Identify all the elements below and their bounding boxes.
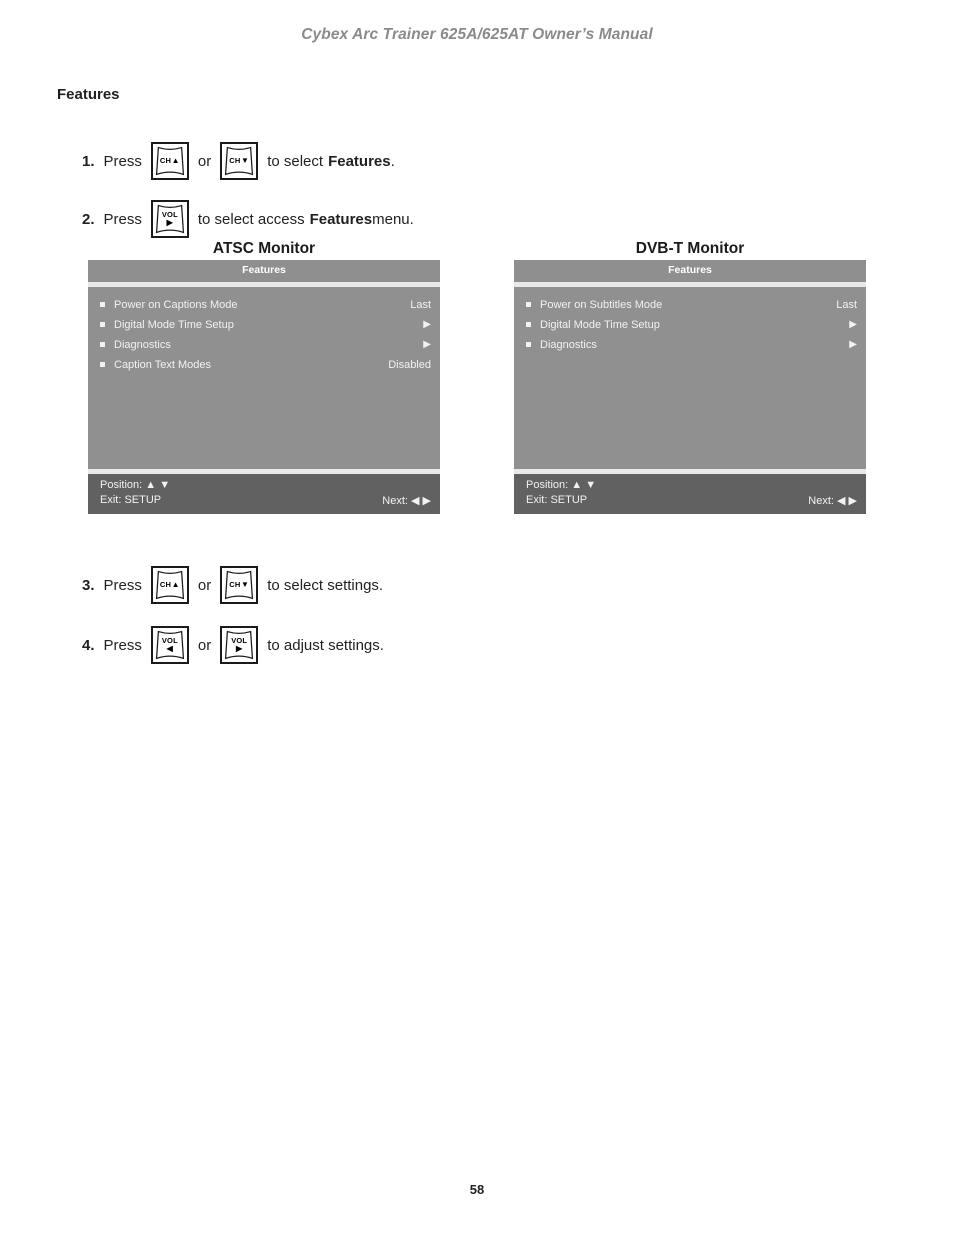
bullet-square-icon	[526, 342, 531, 348]
key-vol-right[interactable]: VOL ▶	[150, 200, 189, 238]
dvbt-osd-title: Features	[514, 260, 866, 282]
atsc-footer-exit-hint: Exit: SETUP	[100, 493, 162, 506]
bullet-square-icon	[100, 302, 105, 308]
key-ch-down-cap: CH ▼	[222, 568, 256, 602]
atsc-menu-item-value: Last	[410, 298, 431, 311]
key-ch-down-arrow-icon: ▼	[241, 156, 250, 165]
dvbt-footer-next-hint: Next: ◀ ▶	[808, 494, 857, 507]
step-2: 2. Press VOL ▶ to select access Features…	[82, 200, 414, 238]
dvbt-monitor-caption: DVB-T Monitor	[635, 240, 745, 257]
step-3-number: 3.	[82, 576, 95, 594]
step-1-bold-term: Features	[328, 152, 391, 170]
atsc-menu-item-caption-text-modes[interactable]: Caption Text Modes Disabled	[88, 355, 440, 375]
key-vol-left-cap: VOL ◀	[153, 628, 187, 662]
atsc-menu-item-value: Disabled	[388, 358, 431, 371]
key-vol-left[interactable]: VOL ◀	[150, 626, 189, 664]
key-vol-right-cap: VOL ▶	[222, 628, 256, 662]
atsc-menu-item-label: Digital Mode Time Setup	[114, 318, 234, 331]
atsc-menu-item-label: Diagnostics	[114, 338, 171, 351]
atsc-menu-item-label: Caption Text Modes	[114, 358, 212, 371]
step-2-text-before: Press	[103, 210, 142, 228]
step-4-separator: or	[197, 636, 212, 654]
dvbt-footer-actions: Exit: SETUP Next: ◀ ▶	[526, 494, 857, 507]
key-ch-down-arrow-icon: ▼	[241, 580, 250, 589]
step-1-text-end: .	[390, 152, 395, 170]
step-2-bold-term: Features	[309, 210, 373, 228]
atsc-footer-next-hint: Next: ◀ ▶	[382, 494, 431, 507]
atsc-menu-item-submenu-arrow-icon: ▶	[423, 319, 431, 331]
atsc-monitor-caption: ATSC Monitor	[212, 240, 316, 257]
bullet-square-icon	[100, 342, 105, 348]
atsc-osd-panel: Features Power on Captions Mode Last Dig…	[88, 260, 440, 514]
key-ch-down-cap: CH ▼	[222, 144, 256, 178]
running-header: Cybex Arc Trainer 625A/625AT Owner’s Man…	[301, 26, 653, 43]
dvbt-menu-item-submenu-arrow-icon: ▶	[849, 339, 857, 351]
dvbt-menu-item-diagnostics[interactable]: Diagnostics ▶	[514, 335, 866, 355]
step-1-number: 1.	[82, 152, 95, 170]
key-ch-down-label: CH	[229, 156, 241, 166]
step-3-text-before: Press	[103, 576, 142, 594]
dvbt-menu-item-submenu-arrow-icon: ▶	[849, 319, 857, 331]
step-3-text-after: to select settings.	[267, 576, 384, 594]
key-ch-down[interactable]: CH ▼	[220, 142, 259, 180]
dvbt-menu-item-label: Digital Mode Time Setup	[540, 318, 660, 331]
key-vol-right-cap: VOL ▶	[153, 202, 187, 236]
key-ch-up-label: CH	[159, 156, 172, 166]
key-ch-up-cap: CH ▲	[153, 144, 187, 178]
page-number: 58	[469, 1182, 485, 1197]
step-4-text-before: Press	[103, 636, 142, 654]
atsc-osd-footer: Position: ▲ ▼ Exit: SETUP Next: ◀ ▶	[88, 473, 440, 514]
step-2-text-end: menu.	[372, 210, 414, 228]
atsc-footer-actions: Exit: SETUP Next: ◀ ▶	[100, 494, 431, 507]
atsc-menu-item-digital-mode-time-setup[interactable]: Digital Mode Time Setup ▶	[88, 315, 440, 335]
atsc-footer-position-hint: Position: ▲ ▼	[100, 478, 171, 491]
atsc-menu-item-label: Power on Captions Mode	[114, 298, 238, 311]
bullet-square-icon	[100, 362, 105, 368]
key-ch-up-cap: CH ▲	[153, 568, 187, 602]
key-ch-up-label: CH	[159, 580, 172, 590]
page-title: Features	[57, 86, 120, 103]
key-vol-right-arrow-icon: ▶	[166, 217, 174, 227]
atsc-menu-item-submenu-arrow-icon: ▶	[423, 339, 431, 351]
dvbt-menu-item-label: Diagnostics	[540, 338, 597, 351]
step-3: 3. Press CH ▲ or CH ▼ to select settings.	[82, 566, 388, 604]
step-4-number: 4.	[82, 636, 95, 654]
step-3-separator: or	[197, 576, 212, 594]
step-4-text-after: to adjust settings.	[267, 636, 384, 654]
step-4: 4. Press VOL ◀ or VOL ▶ to adjust settin…	[82, 626, 389, 664]
key-vol-right[interactable]: VOL ▶	[220, 626, 259, 664]
bullet-square-icon	[526, 322, 531, 328]
bullet-square-icon	[526, 302, 531, 308]
dvbt-footer-exit-hint: Exit: SETUP	[526, 493, 588, 506]
step-1: 1. Press CH ▲ or CH ▼ to select Features.	[82, 142, 395, 180]
key-ch-up-arrow-icon: ▲	[171, 580, 180, 589]
bullet-square-icon	[100, 322, 105, 328]
dvbt-menu-item-power-on-subtitles-mode[interactable]: Power on Subtitles Mode Last	[514, 295, 866, 315]
key-ch-up[interactable]: CH ▲	[150, 142, 189, 180]
atsc-menu-item-power-on-captions-mode[interactable]: Power on Captions Mode Last	[88, 295, 440, 315]
step-1-separator: or	[197, 152, 212, 170]
step-1-text-after: to select	[267, 152, 324, 170]
dvbt-osd-footer: Position: ▲ ▼ Exit: SETUP Next: ◀ ▶	[514, 473, 866, 514]
key-ch-up-arrow-icon: ▲	[171, 156, 180, 165]
dvbt-osd-body: Power on Subtitles Mode Last Digital Mod…	[514, 286, 866, 469]
dvbt-menu-item-label: Power on Subtitles Mode	[540, 298, 663, 311]
atsc-osd-body: Power on Captions Mode Last Digital Mode…	[88, 286, 440, 469]
step-2-number: 2.	[82, 210, 95, 228]
key-ch-down[interactable]: CH ▼	[220, 566, 259, 604]
atsc-menu-item-diagnostics[interactable]: Diagnostics ▶	[88, 335, 440, 355]
dvbt-osd-panel: Features Power on Subtitles Mode Last Di…	[514, 260, 866, 514]
dvbt-menu-item-value: Last	[836, 298, 857, 311]
key-ch-down-label: CH	[229, 580, 241, 590]
key-vol-right-arrow-icon: ▶	[236, 643, 243, 653]
dvbt-menu-item-digital-mode-time-setup[interactable]: Digital Mode Time Setup ▶	[514, 315, 866, 335]
key-vol-left-arrow-icon: ◀	[166, 643, 174, 653]
key-ch-up[interactable]: CH ▲	[150, 566, 189, 604]
atsc-osd-title: Features	[88, 260, 440, 282]
step-1-text-before: Press	[103, 152, 142, 170]
dvbt-footer-position-hint: Position: ▲ ▼	[526, 478, 597, 491]
step-2-text-after: to select access	[197, 210, 305, 228]
